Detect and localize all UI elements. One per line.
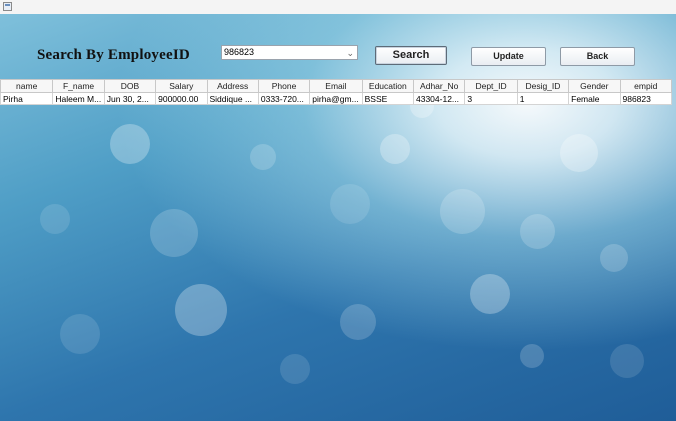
column-header-dept-id[interactable]: Dept_ID (464, 79, 518, 93)
column-header-empid[interactable]: empid (619, 79, 672, 93)
table-cell-empid[interactable]: 986823 (619, 92, 672, 105)
column-header-address[interactable]: Address (206, 79, 259, 93)
column-header-dob[interactable]: DOB (103, 79, 157, 93)
table-cell-education[interactable]: BSSE (361, 92, 415, 105)
java-app-icon (3, 2, 12, 11)
column-header-email[interactable]: Email (309, 79, 363, 93)
table-cell-email[interactable]: pirha@gm... (309, 92, 363, 105)
back-button[interactable]: Back (560, 47, 635, 66)
search-by-employee-id-label: Search By EmployeeID (37, 47, 190, 63)
table-cell-dob[interactable]: Jun 30, 2... (103, 92, 157, 105)
table-cell-dept-id[interactable]: 3 (464, 92, 518, 105)
table-cell-salary[interactable]: 900000.00 (155, 92, 208, 105)
table-cell-address[interactable]: Siddique ... (206, 92, 259, 105)
table-cell-phone[interactable]: 0333-720... (257, 92, 311, 105)
table-cell-f-name[interactable]: Haleem M... (52, 92, 105, 105)
column-header-f-name[interactable]: F_name (52, 79, 105, 93)
table-cell-desig-id[interactable]: 1 (516, 92, 570, 105)
background-canvas: Search By EmployeeID 986823 ⌄ Search Upd… (0, 14, 676, 421)
column-header-phone[interactable]: Phone (257, 79, 311, 93)
column-header-adhar-no[interactable]: Adhar_No (412, 79, 466, 93)
employee-id-combobox[interactable]: 986823 ⌄ (221, 45, 358, 60)
update-button[interactable]: Update (471, 47, 546, 66)
column-header-gender[interactable]: Gender (568, 79, 621, 93)
table-cell-adhar-no[interactable]: 43304-12... (412, 92, 466, 105)
column-header-desig-id[interactable]: Desig_ID (516, 79, 570, 93)
employee-id-selected-value: 986823 (224, 47, 255, 57)
table-row[interactable]: Pirha Haleem M... Jun 30, 2... 900000.00… (0, 92, 672, 105)
search-button[interactable]: Search (375, 46, 447, 65)
column-header-name[interactable]: name (0, 79, 54, 93)
window-titlebar (0, 0, 676, 15)
table-cell-gender[interactable]: Female (568, 92, 621, 105)
table-cell-name[interactable]: Pirha (0, 92, 54, 105)
employee-results-table[interactable]: name F_name DOB Salary Address Phone Ema… (0, 79, 672, 105)
table-header-row: name F_name DOB Salary Address Phone Ema… (0, 79, 672, 93)
column-header-salary[interactable]: Salary (155, 79, 208, 93)
chevron-down-icon[interactable]: ⌄ (346, 47, 354, 59)
column-header-education[interactable]: Education (361, 79, 415, 93)
